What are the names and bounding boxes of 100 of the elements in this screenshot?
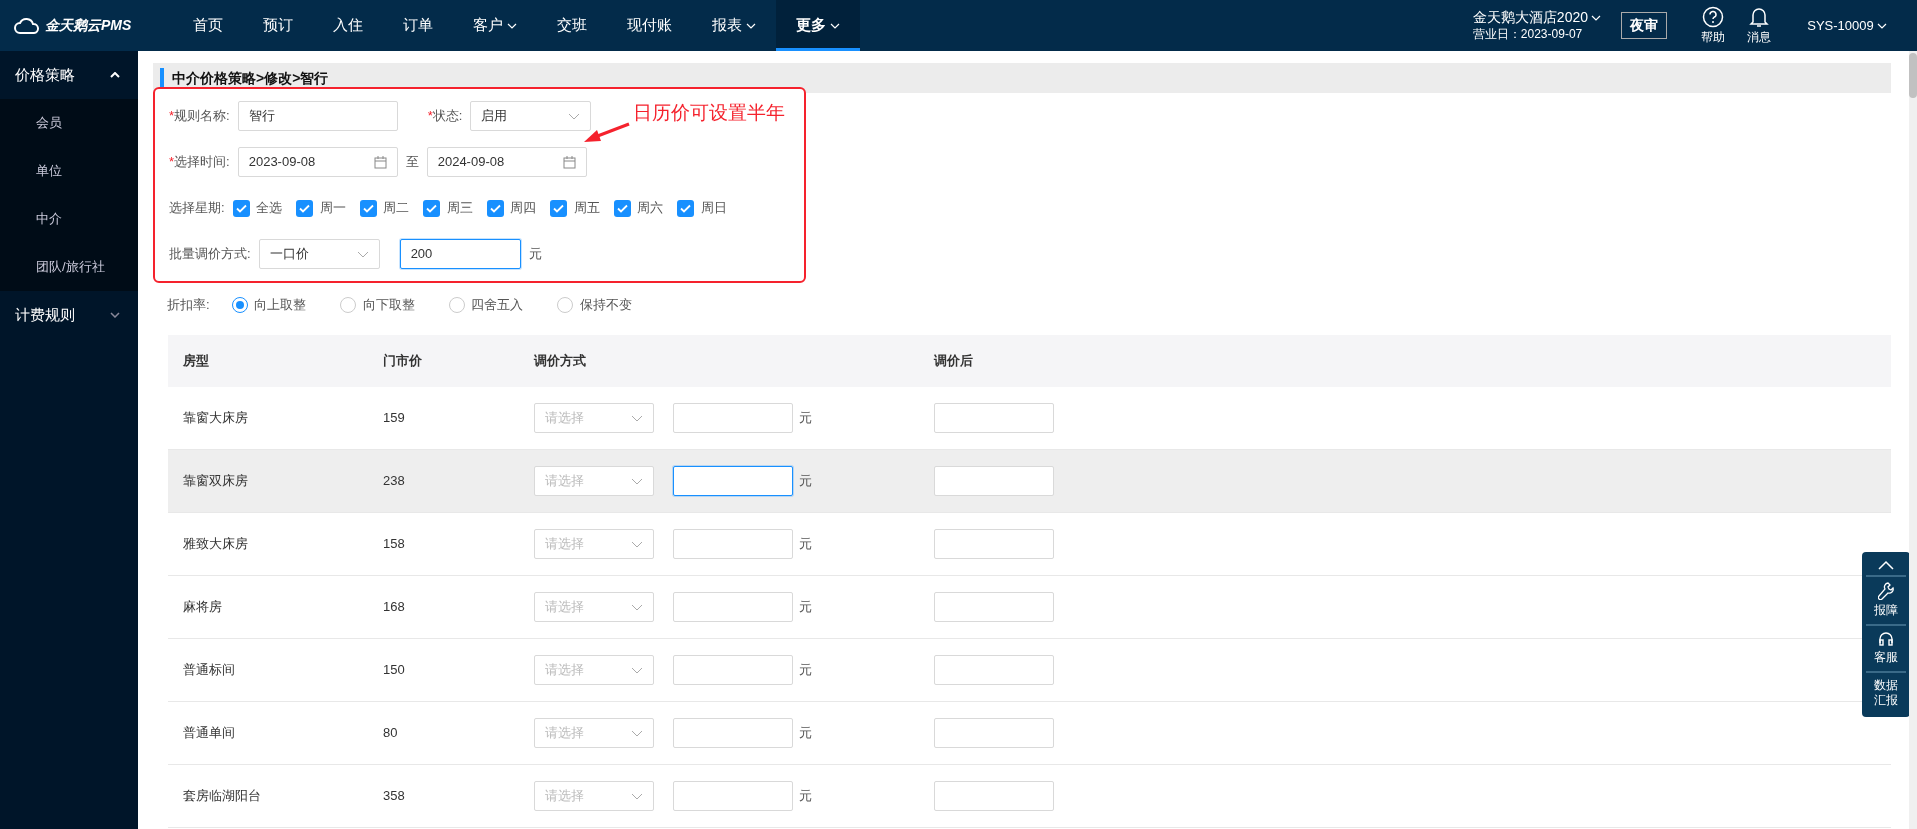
checkbox[interactable]: [613, 199, 631, 217]
nav-tab[interactable]: 入住: [313, 0, 383, 51]
sidebar-group[interactable]: 价格策略: [0, 51, 138, 99]
mode-select[interactable]: 一口价: [258, 239, 380, 269]
nav-tab[interactable]: 预订: [243, 0, 313, 51]
unit-label: 元: [799, 409, 812, 428]
nav-tab[interactable]: 现付账: [607, 0, 692, 51]
result-field[interactable]: [934, 718, 1054, 748]
sidebar-item[interactable]: 中介: [0, 195, 138, 243]
name-field[interactable]: 智行: [237, 101, 398, 131]
table-cell: 168: [383, 599, 405, 615]
user-menu[interactable]: SYS-10009: [1801, 14, 1893, 37]
date-field[interactable]: 2023-09-08: [237, 147, 398, 177]
checkbox-label: 周六: [637, 199, 664, 218]
sidebar-item[interactable]: 会员: [0, 99, 138, 147]
check-icon: [489, 203, 501, 213]
nav-tab[interactable]: 报表: [692, 0, 776, 51]
chevron-down-icon: [631, 477, 643, 485]
amount-field[interactable]: 200: [399, 239, 521, 269]
radio-label: 四舍五入: [471, 296, 524, 315]
radio-button[interactable]: [340, 297, 357, 313]
range-separator: 至: [405, 153, 419, 172]
unit-label: 元: [799, 724, 812, 743]
checkbox[interactable]: [486, 199, 504, 217]
logo-text: 金天鹅云PMS: [45, 16, 132, 35]
amount-field[interactable]: [672, 466, 793, 496]
help-button[interactable]: 帮助: [1701, 5, 1726, 46]
column-header: 调价后: [934, 353, 973, 369]
result-field[interactable]: [934, 592, 1054, 622]
chevron-down-icon: [356, 250, 369, 258]
unit-label: 元: [528, 245, 542, 264]
chevron-down-icon: [631, 729, 643, 737]
checkbox-label: 周日: [700, 199, 727, 218]
table-cell: 358: [383, 788, 405, 804]
chevron-down-icon: [631, 540, 643, 548]
column-header: 门市价: [383, 353, 422, 369]
sidebar-item[interactable]: 单位: [0, 147, 138, 195]
hotel-selector[interactable]: 金天鹅大酒店2020: [1472, 9, 1602, 27]
table-cell: 238: [383, 473, 405, 489]
nav-tab[interactable]: 订单: [383, 0, 453, 51]
cloud-icon: [14, 17, 40, 34]
sidebar-group[interactable]: 计费规则: [0, 291, 138, 339]
checkbox[interactable]: [550, 199, 568, 217]
table-cell: 麻将房: [183, 599, 222, 615]
field-label: 选择星期:: [169, 199, 225, 218]
checkbox[interactable]: [232, 199, 250, 217]
result-field[interactable]: [934, 403, 1054, 433]
result-field[interactable]: [934, 781, 1054, 811]
nav-tab[interactable]: 更多: [776, 0, 860, 51]
table-cell: 套房临湖阳台: [183, 788, 261, 804]
radio-button[interactable]: [557, 297, 574, 313]
field-label: 折扣率:: [167, 296, 210, 315]
status-select[interactable]: 启用: [470, 101, 592, 131]
field-label: *选择时间:: [169, 153, 230, 172]
result-field[interactable]: [934, 655, 1054, 685]
date-field[interactable]: 2024-09-08: [426, 147, 587, 177]
headset-icon: [1878, 630, 1894, 647]
chevron-down-icon: [1877, 22, 1887, 29]
checkbox-label: 周四: [510, 199, 537, 218]
check-icon: [426, 203, 438, 213]
toolbar-button[interactable]: 客服: [1866, 625, 1906, 673]
calendar-icon: [562, 155, 576, 169]
night-audit-button[interactable]: 夜审: [1621, 12, 1668, 39]
scrollbar-thumb[interactable]: [1909, 53, 1917, 98]
nav-tab[interactable]: 交班: [537, 0, 607, 51]
unit-label: 元: [799, 661, 812, 680]
arrow-icon: [583, 122, 631, 144]
field-label: *状态:: [427, 107, 463, 126]
nav-tab[interactable]: 客户: [453, 0, 537, 51]
business-date: 营业日：2023-09-07: [1472, 26, 1584, 42]
checkbox-label: 周二: [383, 199, 410, 218]
radio-label: 向下取整: [362, 296, 415, 315]
result-field[interactable]: [934, 529, 1054, 559]
radio-button[interactable]: [448, 297, 465, 313]
wrench-icon: [1878, 582, 1894, 600]
result-field[interactable]: [934, 466, 1054, 496]
table-cell: 158: [383, 536, 405, 552]
sidebar-item[interactable]: 团队/旅行社: [0, 243, 138, 291]
unit-label: 元: [799, 787, 812, 806]
nav-tab[interactable]: 首页: [173, 0, 243, 51]
toolbar-button[interactable]: 数据汇报: [1872, 672, 1900, 714]
chevron-down-icon: [631, 792, 643, 800]
notification-button[interactable]: 消息: [1747, 5, 1772, 46]
checkbox-label: 周三: [446, 199, 473, 218]
radio-button[interactable]: [231, 297, 248, 313]
unit-label: 元: [799, 598, 812, 617]
table-cell: 150: [383, 662, 405, 678]
unit-label: 元: [799, 535, 812, 554]
checkbox[interactable]: [677, 199, 695, 217]
column-header: 调价方式: [534, 353, 586, 369]
chevron-down-icon: [1591, 15, 1602, 21]
table-cell: 80: [383, 725, 398, 741]
annotation-text: 日历价可设置半年: [633, 101, 785, 125]
table-cell: 普通标间: [183, 662, 235, 678]
toolbar-button[interactable]: 报障: [1866, 577, 1906, 626]
chevron-up-icon: [1878, 560, 1894, 570]
checkbox[interactable]: [296, 199, 314, 217]
checkbox[interactable]: [359, 199, 377, 217]
checkbox[interactable]: [423, 199, 441, 217]
help-icon: [1702, 5, 1725, 28]
